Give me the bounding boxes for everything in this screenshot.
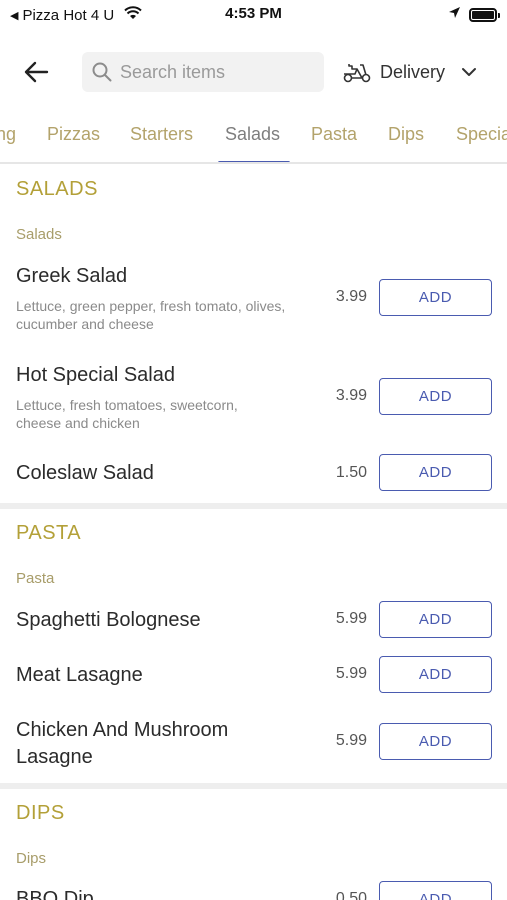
delivery-label: Delivery (380, 61, 446, 82)
status-bar: ◀ Pizza Hot 4 U 4:53 PM (0, 0, 507, 30)
item-name: Meat Lasagne (16, 664, 143, 686)
battery-icon (469, 8, 500, 22)
header: Delivery (0, 48, 507, 96)
tab-starters[interactable]: Starters (130, 124, 193, 145)
item-name: Coleslaw Salad (16, 462, 154, 484)
item-price: 5.99 (335, 732, 367, 749)
section-subtitle-dips: Dips (16, 850, 47, 867)
add-spaghetti-bolognese-button[interactable]: ADD (379, 601, 492, 638)
item-price: 1.50 (335, 464, 367, 481)
item-price: 3.99 (335, 288, 367, 305)
item-price: 5.99 (335, 665, 367, 682)
section-subtitle-salads: Salads (16, 226, 62, 243)
item-name: BBQ Dip (16, 888, 94, 900)
tab-pasta[interactable]: Pasta (311, 124, 357, 145)
chevron-down-icon (462, 68, 477, 76)
arrow-left-icon (24, 61, 49, 83)
location-arrow-icon (448, 6, 461, 24)
item-name: Greek Salad (16, 265, 128, 287)
section-subtitle-pasta: Pasta (16, 570, 55, 587)
tab-salads[interactable]: Salads (225, 124, 280, 145)
section-title-pasta: PASTA (16, 522, 82, 544)
item-price: 5.99 (335, 610, 367, 627)
tab-specials[interactable]: Specia (456, 124, 507, 145)
tab-dips[interactable]: Dips (388, 124, 424, 145)
tab-partial-left[interactable]: ng (0, 124, 16, 145)
menu-list: SALADS Salads Greek Salad Lettuce, green… (0, 164, 507, 900)
status-time: 4:53 PM (225, 5, 282, 22)
section-divider (0, 503, 507, 509)
item-description: Lettuce, green pepper, fresh tomato, oli… (16, 298, 286, 332)
item-price: 0.50 (335, 890, 367, 900)
section-title-salads: SALADS (16, 178, 98, 200)
delivery-mode-select[interactable]: Delivery (342, 52, 477, 92)
add-chicken-mushroom-lasagne-button[interactable]: ADD (379, 723, 492, 760)
tab-pizzas[interactable]: Pizzas (47, 124, 100, 145)
section-title-dips: DIPS (16, 802, 65, 824)
add-meat-lasagne-button[interactable]: ADD (379, 656, 492, 693)
add-greek-salad-button[interactable]: ADD (379, 279, 492, 316)
add-coleslaw-salad-button[interactable]: ADD (379, 454, 492, 491)
search-icon (92, 62, 112, 82)
add-bbq-dip-button[interactable]: ADD (379, 881, 492, 900)
item-price: 3.99 (335, 387, 367, 404)
add-hot-special-salad-button[interactable]: ADD (379, 378, 492, 415)
category-tabs: ng Pizzas Starters Salads Pasta Dips Spe… (0, 112, 507, 164)
search-input[interactable] (120, 61, 310, 83)
item-description: Lettuce, fresh tomatoes, sweetcorn, chee… (16, 397, 238, 431)
item-name: Chicken And Mushroom Lasagne (16, 719, 229, 768)
scooter-icon (343, 64, 371, 83)
section-divider (0, 783, 507, 789)
item-name: Spaghetti Bolognese (16, 609, 201, 631)
item-name: Hot Special Salad (16, 364, 175, 386)
back-button[interactable] (20, 56, 52, 88)
search-box[interactable] (82, 52, 324, 92)
